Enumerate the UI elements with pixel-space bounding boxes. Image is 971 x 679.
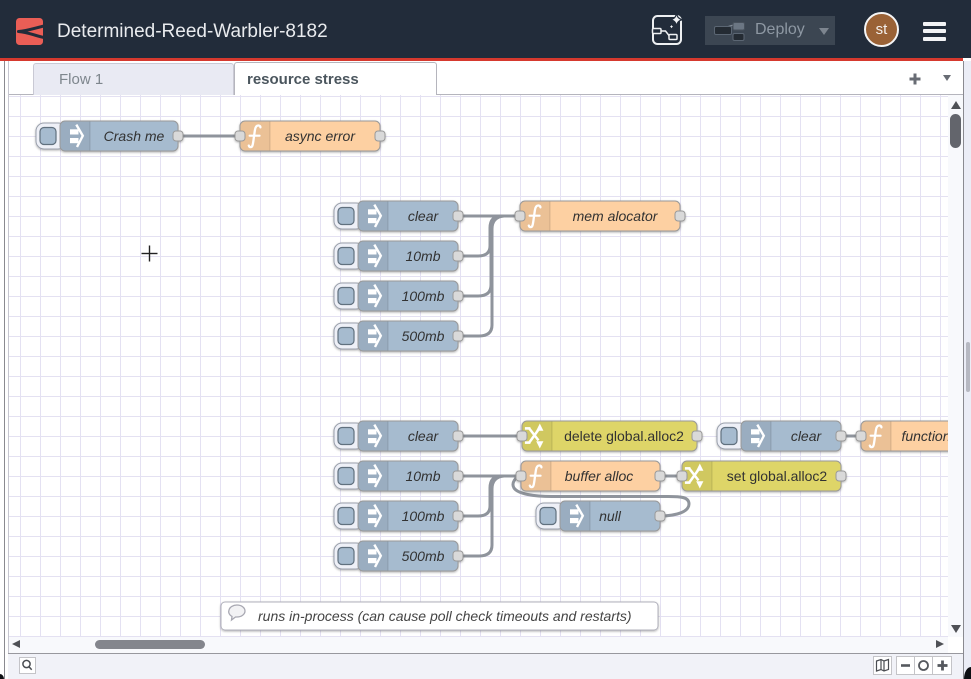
svg-text:mem alocator: mem alocator: [573, 208, 659, 224]
svg-text:function: function: [901, 428, 948, 444]
svg-text:async error: async error: [285, 128, 356, 144]
svg-text:buffer alloc: buffer alloc: [565, 468, 633, 484]
svg-text:runs in-process (can cause pol: runs in-process (can cause poll check ti…: [258, 608, 632, 624]
svg-text:clear: clear: [791, 428, 823, 444]
svg-text:10mb: 10mb: [405, 248, 440, 264]
svg-text:500mb: 500mb: [402, 328, 445, 344]
svg-text:delete global.alloc2: delete global.alloc2: [564, 428, 684, 444]
svg-text:null: null: [599, 508, 622, 524]
svg-text:100mb: 100mb: [402, 288, 445, 304]
svg-text:Crash me: Crash me: [104, 128, 165, 144]
svg-text:clear: clear: [408, 208, 440, 224]
svg-text:500mb: 500mb: [402, 548, 445, 564]
svg-text:set global.alloc2: set global.alloc2: [727, 468, 828, 484]
svg-text:10mb: 10mb: [405, 468, 440, 484]
svg-text:clear: clear: [408, 428, 440, 444]
svg-text:100mb: 100mb: [402, 508, 445, 524]
